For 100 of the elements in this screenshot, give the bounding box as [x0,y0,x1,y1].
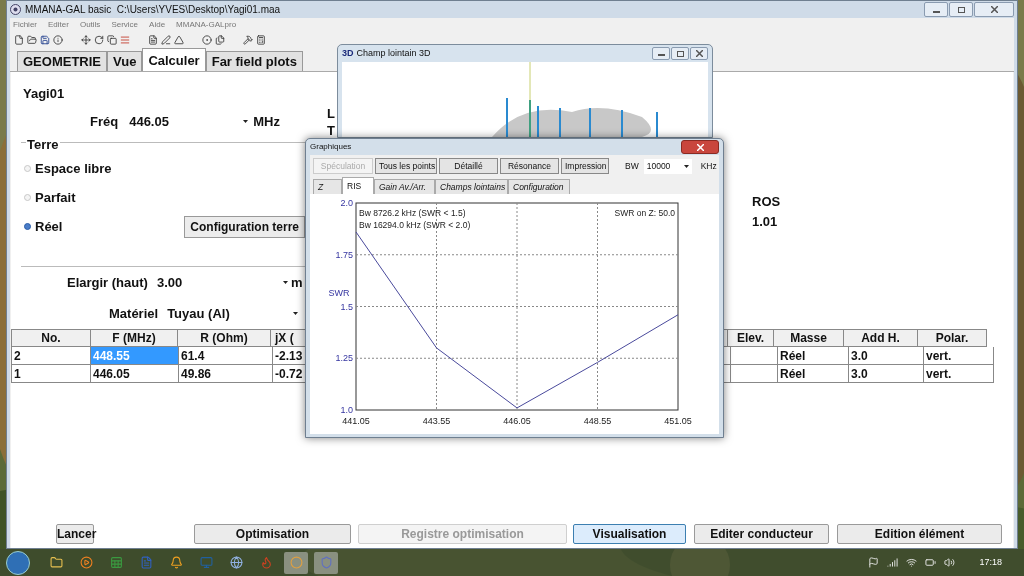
result-label: L [327,105,336,122]
close-icon [696,143,704,151]
maximize-button[interactable] [949,2,973,17]
folder-icon[interactable] [27,35,37,45]
graph-button[interactable]: Tous les points [375,158,437,174]
close-icon [990,6,998,13]
table-cell-text: -2.13 [274,347,303,365]
y-tick-label: 1.0 [340,405,353,415]
pages-icon[interactable] [215,35,225,45]
target-icon[interactable] [202,35,212,45]
action-button[interactable]: Visualisation [573,524,686,544]
page-icon[interactable] [148,35,158,45]
taskbar-button[interactable] [314,551,338,574]
wifi-icon[interactable] [906,557,918,568]
radio-label: Espace libre [35,159,112,178]
window-title: Graphiques [310,141,352,153]
tab[interactable]: Calculer [142,48,206,71]
y-tick-label: 2.0 [340,198,353,208]
pen-icon[interactable] [161,35,171,45]
taskbar-button[interactable] [284,551,308,574]
document-icon [139,556,153,569]
close-button[interactable] [690,47,708,60]
graph-tab[interactable]: Champs lointains [435,179,508,194]
flame-icon [259,556,273,569]
bw-label: BW [625,159,639,173]
antenna-name: Yagi01 [23,85,66,103]
menu-item[interactable]: Service [111,19,139,31]
rotate-icon[interactable] [94,35,104,45]
table-cell-text: vert. [925,365,952,383]
battery-icon[interactable] [925,557,937,568]
frequency-label: Fréq [90,112,119,131]
column-header: Masse [773,329,844,347]
x-tick-label: 451.05 [664,416,692,426]
graph-tab[interactable]: Z [313,179,342,194]
spreadsheet-icon [109,556,123,569]
bell-icon [169,556,183,569]
app-icon [10,4,21,15]
action-button[interactable]: Edition élément [837,524,1002,544]
ground-config-button[interactable]: Configuration terre [184,215,305,238]
graph-button[interactable]: Détaillé [439,158,498,174]
tab[interactable]: Vue [107,51,143,71]
table-cell-text: 3.0 [850,347,868,365]
expand-label: Elargir (haut) [67,273,148,292]
move-icon[interactable] [81,35,91,45]
action-button[interactable]: Optimisation [194,524,351,544]
globe-icon [229,556,243,569]
tab[interactable]: GEOMETRIE [17,51,107,71]
window-title: Champ lointain 3D [356,46,431,60]
speaker-icon[interactable] [944,557,956,568]
triangle-icon[interactable] [174,35,184,45]
graph-tab[interactable]: Gain Av./Arr. [374,179,435,194]
minimize-button[interactable] [924,2,948,17]
column-header: Add H. [843,329,918,347]
circle-icon [289,556,303,569]
minimize-button[interactable] [652,47,670,60]
graph-tab[interactable]: Configuration [508,179,570,194]
window-icon: 3D [342,46,354,61]
menu-item[interactable]: Fichier [13,19,37,31]
info-icon[interactable] [53,35,63,45]
copy-icon[interactable] [107,35,117,45]
y-axis-label: SWR [328,288,350,298]
column-header: R (Ohm) [177,329,271,347]
new-file-icon[interactable] [14,35,24,45]
menu-item[interactable]: Outils [79,19,101,31]
table-cell-text: 61.4 [180,347,205,365]
tab[interactable]: Far field plots [205,51,303,71]
result-label: T [327,122,336,139]
graph-button[interactable]: Impression [561,158,609,174]
close-icon [695,50,703,57]
bw-unit: KHz [700,159,717,173]
start-button[interactable] [6,550,30,575]
maximize-button[interactable] [671,47,689,60]
caret-icon [683,164,689,168]
table-cell-text: 2 [13,347,21,365]
menu-item[interactable]: MMANA-GALpro [176,19,237,31]
table-cell[interactable]: 446.05 [91,365,178,382]
save-icon[interactable] [40,35,50,45]
ros-value: 1.01 [752,212,779,231]
caret-icon [282,281,288,284]
radio-button[interactable] [24,223,31,230]
graph-tab[interactable]: RIS [342,177,374,194]
folder-icon [49,556,63,569]
signal-icon[interactable] [887,557,899,568]
calculator-icon[interactable] [256,35,266,45]
radio-label: Réel [35,217,63,236]
column-header: Polar. [917,329,987,347]
menu-item[interactable]: Editer [48,19,69,31]
bw-field[interactable]: 10000 [643,158,692,174]
flag-icon[interactable] [868,557,880,568]
graph-button[interactable]: Résonance [500,158,559,174]
radio-label: Parfait [35,188,76,207]
menu-item[interactable]: Aide [149,19,166,31]
close-button[interactable] [681,140,719,154]
table-cell-text: Réel [779,347,806,365]
action-button[interactable]: Editer conducteur [694,524,829,544]
close-button[interactable] [974,2,1014,17]
shield-icon [319,556,333,569]
tools-icon[interactable] [243,35,253,45]
expand-unit: m [290,273,303,292]
x-tick-label: 448.55 [583,416,612,426]
